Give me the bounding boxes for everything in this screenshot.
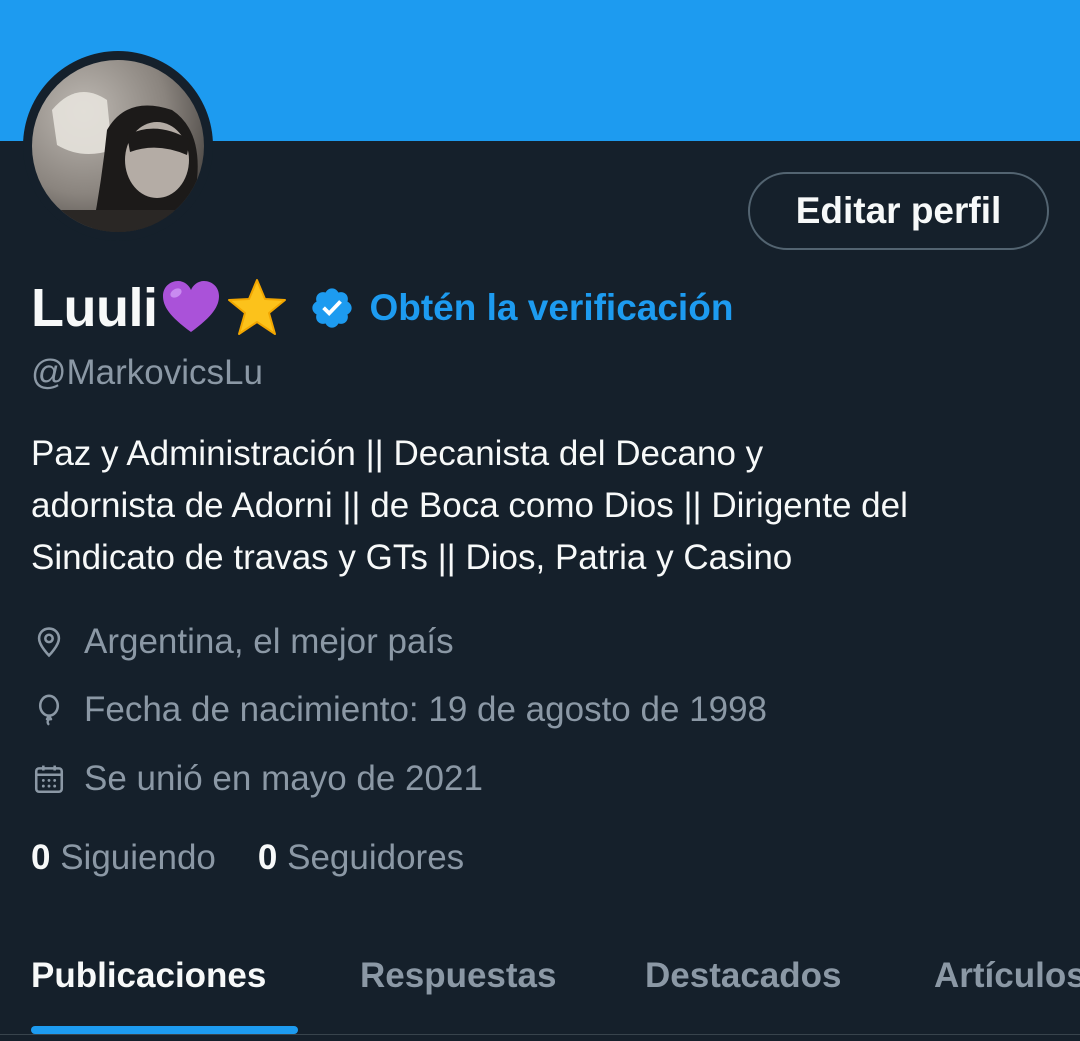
edit-profile-button[interactable]: Editar perfil xyxy=(748,172,1049,250)
profile-bio: Paz y Administración || Decanista del De… xyxy=(31,428,1061,584)
bio-line: Sindicato de travas y GTs || Dios, Patri… xyxy=(31,538,793,577)
display-name: Luuli xyxy=(31,278,158,338)
star-icon xyxy=(228,279,287,335)
followers-label: Seguidores xyxy=(287,838,465,877)
purple-heart-icon xyxy=(163,281,220,332)
active-tab-indicator xyxy=(31,1026,298,1034)
username-handle: @MarkovicsLu xyxy=(31,353,263,392)
followers-count: 0 xyxy=(257,838,278,877)
joined-text: Se unió en mayo de 2021 xyxy=(84,759,483,798)
tabs-divider xyxy=(0,1034,1080,1035)
tab-destacados[interactable]: Destacados xyxy=(645,956,841,996)
birthdate-row: Fecha de nacimiento: 19 de agosto de 199… xyxy=(31,690,767,730)
location-text: Argentina, el mejor país xyxy=(84,622,454,661)
tab-articulos[interactable]: Artículos xyxy=(934,956,1080,996)
profile-name-row: Luuli Obtén la verificación xyxy=(31,270,733,346)
location-row: Argentina, el mejor país xyxy=(31,622,454,662)
calendar-icon xyxy=(34,765,64,794)
get-verified-link[interactable]: Obtén la verificación xyxy=(369,287,733,329)
follow-stats: 0 Siguiendo 0 Seguidores xyxy=(31,838,506,878)
bio-line: Paz y Administración || Decanista del De… xyxy=(31,434,764,473)
verified-badge-icon[interactable] xyxy=(309,285,355,331)
following-count: 0 xyxy=(31,838,51,877)
following-link[interactable]: 0 Siguiendo xyxy=(31,838,216,878)
bio-line: adornista de Adorni || de Boca como Dios… xyxy=(31,486,908,525)
location-pin-icon xyxy=(37,627,61,658)
avatar[interactable] xyxy=(23,51,213,241)
following-label: Siguiendo xyxy=(60,838,216,877)
tab-publicaciones[interactable]: Publicaciones xyxy=(31,956,266,996)
birthdate-text: Fecha de nacimiento: 19 de agosto de 199… xyxy=(84,690,767,729)
profile-tabs: Publicaciones Respuestas Destacados Artí… xyxy=(0,930,1080,1034)
followers-link[interactable]: 0 Seguidores xyxy=(258,838,464,878)
tab-respuestas[interactable]: Respuestas xyxy=(360,956,556,996)
joined-row: Se unió en mayo de 2021 xyxy=(31,759,483,799)
balloon-icon xyxy=(38,694,60,726)
avatar-photo xyxy=(32,60,204,232)
